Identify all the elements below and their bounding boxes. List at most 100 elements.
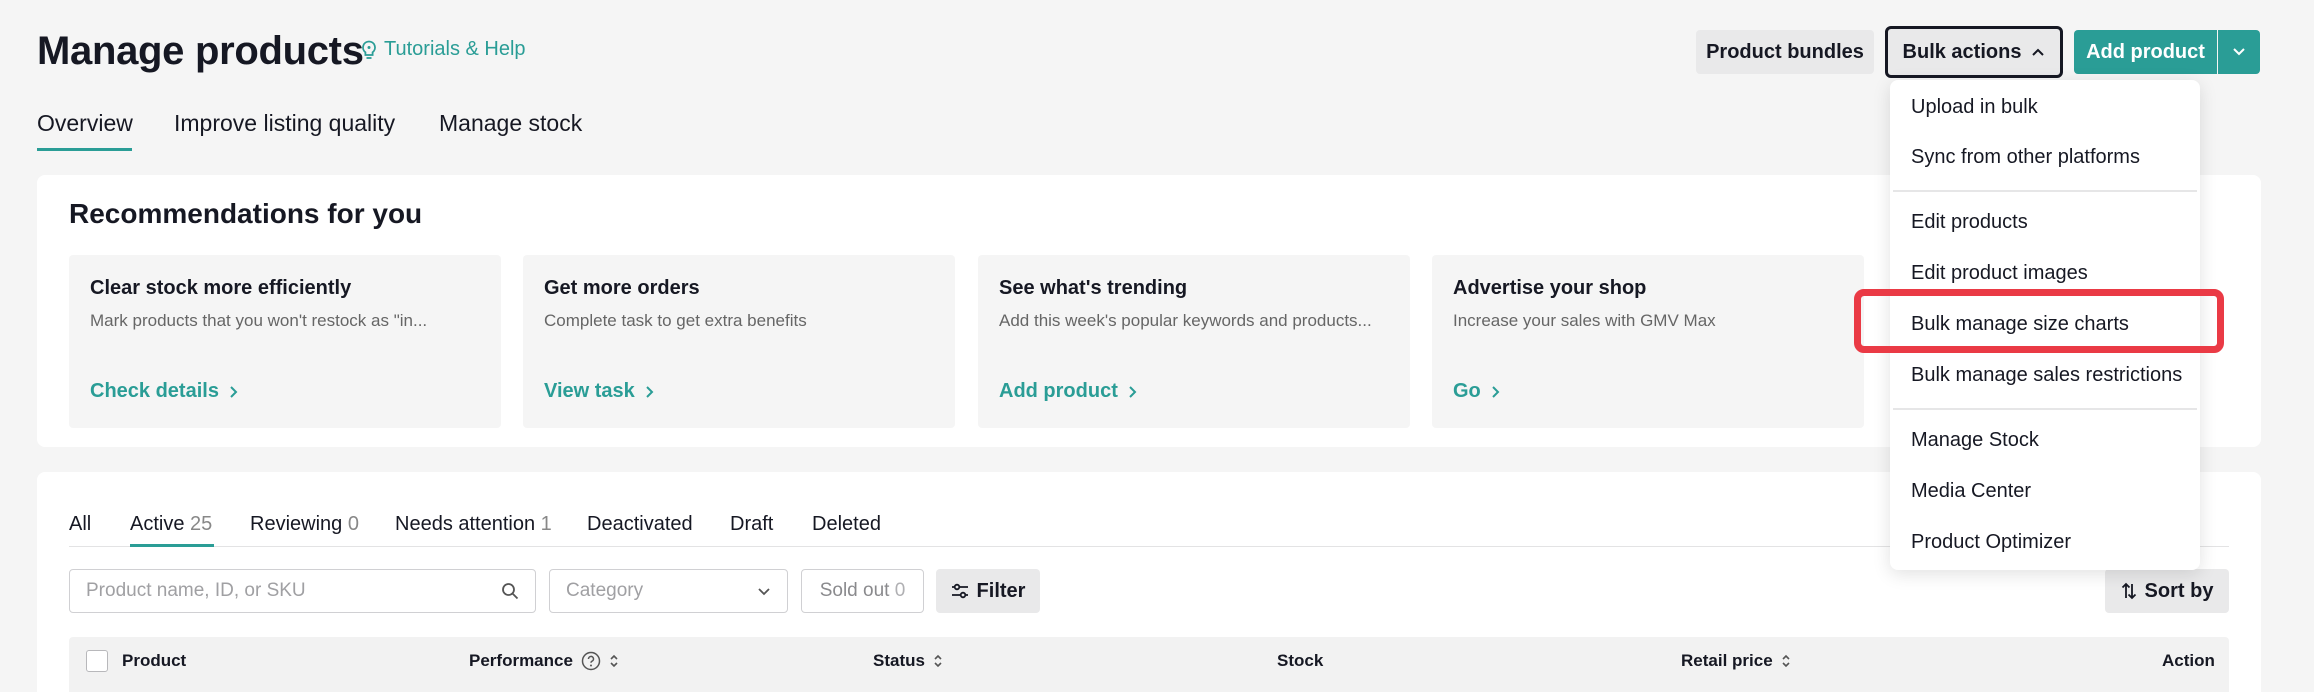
tab-label: All: [69, 513, 92, 535]
add-product-dropdown-button[interactable]: [2218, 30, 2260, 74]
menu-item-manage-stock[interactable]: Manage Stock: [1911, 429, 2039, 452]
select-all-checkbox[interactable]: [86, 650, 108, 672]
recommendation-tile: Advertise your shop Increase your sales …: [1432, 255, 1864, 428]
tile-title: Advertise your shop: [1453, 277, 1647, 299]
tile-title: Get more orders: [544, 277, 700, 299]
link-label: Go: [1453, 380, 1481, 402]
column-product: Product: [122, 651, 186, 671]
add-product-button[interactable]: Add product: [2074, 30, 2217, 74]
tab-count: 0: [347, 513, 359, 535]
column-label: Stock: [1277, 651, 1324, 670]
menu-divider: [1893, 190, 2197, 192]
menu-item-edit-products[interactable]: Edit products: [1911, 211, 2028, 234]
menu-item-upload-in-bulk[interactable]: Upload in bulk: [1911, 96, 2038, 119]
tab-count: 25: [190, 513, 213, 535]
page-title: Manage products: [37, 29, 364, 73]
tutorials-help-link[interactable]: Tutorials & Help: [360, 38, 526, 61]
column-status[interactable]: Status: [873, 651, 943, 671]
view-task-link[interactable]: View task: [544, 380, 654, 403]
table-header: [69, 637, 2229, 692]
sold-out-label: Sold out: [819, 580, 890, 601]
column-label: Retail price: [1681, 651, 1773, 670]
link-label: View task: [544, 380, 635, 402]
link-label: Add product: [999, 380, 1118, 402]
search-placeholder: Product name, ID, or SKU: [86, 580, 306, 601]
sort-by-label: Sort by: [2144, 579, 2214, 602]
column-stock: Stock: [1277, 651, 1323, 671]
lightbulb-icon: [360, 40, 378, 60]
column-label: Action: [2162, 651, 2215, 670]
menu-item-product-optimizer[interactable]: Product Optimizer: [1911, 531, 2071, 554]
chevron-right-icon: [1491, 385, 1500, 399]
recommendation-tile: Get more orders Complete task to get ext…: [523, 255, 955, 428]
tab-label: Needs attention: [395, 513, 536, 535]
search-input[interactable]: Product name, ID, or SKU: [69, 569, 536, 613]
column-label: Status: [873, 651, 925, 670]
tab-label: Deactivated: [587, 513, 693, 535]
chevron-right-icon: [229, 385, 238, 399]
menu-item-edit-product-images[interactable]: Edit product images: [1911, 262, 2088, 285]
tile-description: Complete task to get extra benefits: [544, 311, 807, 330]
product-tab-all[interactable]: All: [69, 513, 91, 536]
tile-description: Add this week's popular keywords and pro…: [999, 311, 1372, 330]
tab-label: Draft: [730, 513, 774, 535]
product-tab-deleted[interactable]: Deleted: [812, 513, 881, 536]
menu-item-bulk-manage-sales-restrictions[interactable]: Bulk manage sales restrictions: [1911, 364, 2182, 387]
chevron-up-icon: [2031, 47, 2045, 57]
sold-out-count: 0: [894, 580, 906, 601]
tab-manage-stock[interactable]: Manage stock: [439, 110, 582, 137]
search-icon: [501, 582, 519, 600]
highlight-box: [1854, 289, 2224, 353]
recommendations-title: Recommendations for you: [69, 198, 423, 229]
tile-title: Clear stock more efficiently: [90, 277, 352, 299]
help-circle-icon[interactable]: [581, 651, 601, 671]
column-label: Product: [122, 651, 187, 670]
add-product-link[interactable]: Add product: [999, 380, 1137, 403]
filter-label: Filter: [976, 579, 1026, 602]
filter-icon: [951, 583, 969, 599]
tile-description: Increase your sales with GMV Max: [1453, 311, 1716, 330]
tab-improve-listing-quality[interactable]: Improve listing quality: [174, 110, 395, 137]
sort-arrows-icon: [1781, 654, 1791, 668]
tab-label: Deleted: [812, 513, 881, 535]
tab-overview[interactable]: Overview: [37, 110, 133, 137]
bulk-actions-button[interactable]: Bulk actions: [1885, 26, 2063, 78]
check-details-link[interactable]: Check details: [90, 380, 238, 403]
product-tab-draft[interactable]: Draft: [730, 513, 773, 536]
sort-arrows-icon: [933, 654, 943, 668]
menu-divider: [1893, 408, 2197, 410]
tab-label: Active: [130, 513, 185, 535]
chevron-down-icon: [757, 587, 771, 596]
tab-label: Reviewing: [250, 513, 343, 535]
tab-active-indicator: [37, 148, 132, 151]
tile-description: Mark products that you won't restock as …: [90, 311, 428, 330]
link-label: Check details: [90, 380, 219, 402]
category-select[interactable]: Category: [549, 569, 788, 613]
menu-item-media-center[interactable]: Media Center: [1911, 480, 2031, 503]
column-action: Action: [2162, 651, 2215, 671]
sort-icon: [2121, 582, 2137, 600]
filter-button[interactable]: Filter: [936, 569, 1040, 613]
chevron-down-icon: [2232, 47, 2246, 57]
product-tab-active-indicator: [130, 544, 214, 547]
product-tab-active[interactable]: Active 25: [130, 513, 212, 536]
go-link[interactable]: Go: [1453, 380, 1500, 403]
tile-title: See what's trending: [999, 277, 1188, 299]
column-retail-price[interactable]: Retail price: [1681, 651, 1791, 671]
recommendation-tile: Clear stock more efficiently Mark produc…: [69, 255, 501, 428]
product-tab-deactivated[interactable]: Deactivated: [587, 513, 693, 536]
tab-count: 1: [540, 513, 552, 535]
product-tab-reviewing[interactable]: Reviewing 0: [250, 513, 359, 536]
column-label: Performance: [469, 651, 573, 670]
sort-by-button[interactable]: Sort by: [2105, 569, 2229, 613]
menu-item-sync-from-other-platforms[interactable]: Sync from other platforms: [1911, 146, 2140, 169]
sold-out-filter[interactable]: Sold out 0: [801, 569, 924, 613]
recommendation-tile: See what's trending Add this week's popu…: [978, 255, 1410, 428]
product-bundles-button[interactable]: Product bundles: [1696, 30, 1874, 74]
product-tab-needs-attention[interactable]: Needs attention 1: [395, 513, 552, 536]
chevron-right-icon: [1128, 385, 1137, 399]
column-performance[interactable]: Performance: [469, 651, 619, 671]
bulk-actions-label: Bulk actions: [1902, 40, 2022, 63]
category-label: Category: [566, 580, 644, 601]
chevron-right-icon: [645, 385, 654, 399]
